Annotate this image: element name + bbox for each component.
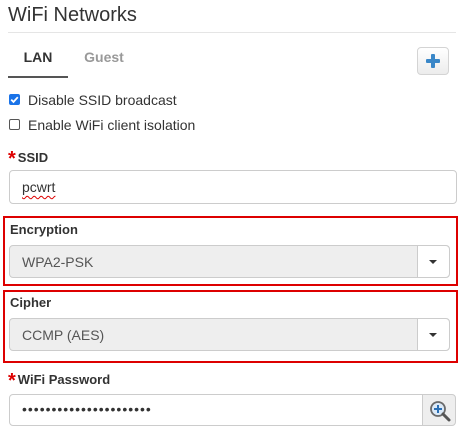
- checkmark-icon: [10, 96, 19, 104]
- network-tabs: LAN Guest: [8, 40, 456, 78]
- plus-icon: [426, 54, 440, 68]
- required-marker: *: [8, 370, 16, 392]
- wifi-password-label-text: WiFi Password: [17, 372, 111, 387]
- wifi-password-label: * WiFi Password: [8, 367, 111, 392]
- client-isolation-checkbox[interactable]: [9, 119, 20, 130]
- client-isolation-label: Enable WiFi client isolation: [28, 117, 196, 133]
- encryption-selected-value: WPA2-PSK: [22, 254, 94, 270]
- wifi-password-input[interactable]: ••••••••••••••••••••••: [9, 394, 423, 426]
- required-marker: *: [8, 148, 16, 170]
- disable-ssid-broadcast-label: Disable SSID broadcast: [28, 92, 177, 108]
- encryption-label: Encryption: [10, 222, 78, 237]
- cipher-dropdown-toggle[interactable]: [417, 319, 449, 350]
- ssid-label-text: SSID: [17, 150, 49, 165]
- add-network-button[interactable]: [417, 47, 449, 75]
- encryption-select[interactable]: WPA2-PSK: [9, 245, 450, 278]
- ssid-label: * SSID: [8, 145, 49, 170]
- page-title: WiFi Networks: [8, 4, 137, 26]
- ssid-value: pcwrt: [22, 179, 56, 195]
- magnifier-plus-icon: [430, 401, 451, 422]
- show-password-button[interactable]: [422, 394, 456, 426]
- caret-down-icon: [429, 260, 437, 264]
- cipher-label: Cipher: [10, 295, 52, 310]
- title-divider: [8, 32, 456, 33]
- tab-lan[interactable]: LAN: [8, 40, 68, 78]
- cipher-select[interactable]: CCMP (AES): [9, 318, 450, 351]
- cipher-selected-value: CCMP (AES): [22, 327, 105, 343]
- caret-down-icon: [429, 333, 437, 337]
- encryption-dropdown-toggle[interactable]: [417, 246, 449, 277]
- wifi-password-masked-value: ••••••••••••••••••••••: [22, 401, 152, 417]
- ssid-input[interactable]: pcwrt: [9, 170, 457, 204]
- disable-ssid-broadcast-checkbox[interactable]: [9, 94, 20, 105]
- tab-guest[interactable]: Guest: [78, 40, 130, 76]
